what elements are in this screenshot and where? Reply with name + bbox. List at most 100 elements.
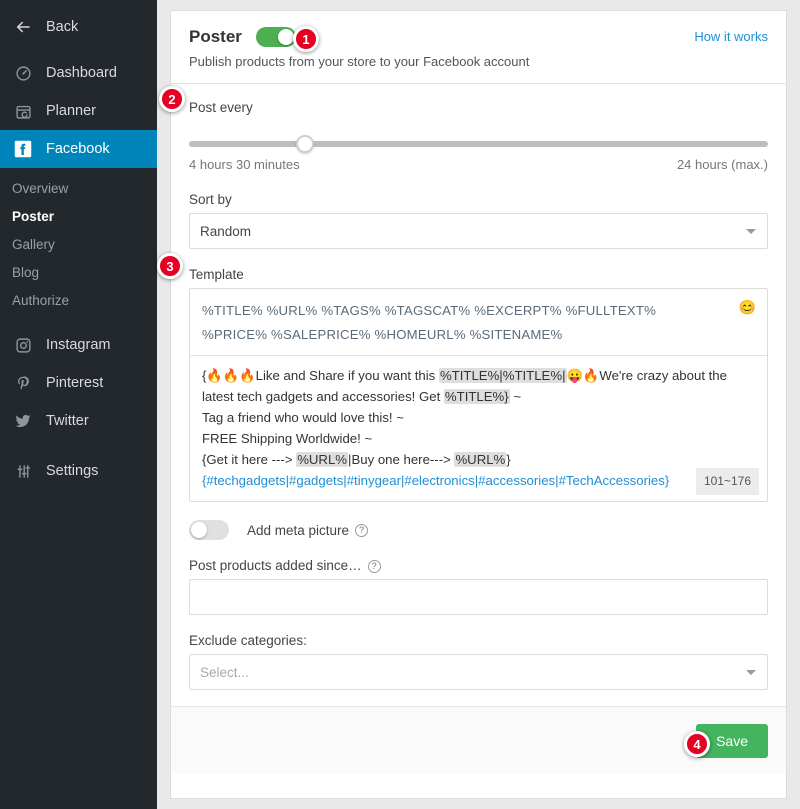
- tpl-token-title-1: %TITLE%|%TITLE%|: [438, 368, 567, 383]
- card-body: Post every 4 hours 30 minutes 24 hours (…: [171, 84, 786, 690]
- sidebar-item-twitter[interactable]: Twitter: [0, 402, 157, 440]
- callout-badge-2: 2: [159, 86, 185, 112]
- pinterest-icon: [12, 372, 34, 394]
- added-since-section: Post products added since…?: [189, 558, 768, 615]
- main-content: How it works Poster Publish products fro…: [157, 0, 800, 809]
- template-line-1: {🔥🔥🔥Like and Share if you want this %TIT…: [202, 365, 755, 386]
- sidebar-item-authorize[interactable]: Authorize: [0, 286, 157, 314]
- tpl-l5-c: }: [506, 452, 511, 467]
- chevron-down-icon: [746, 229, 756, 234]
- slider-max-label: 24 hours (max.): [676, 157, 768, 172]
- facebook-icon: [12, 138, 34, 160]
- sidebar-subitem-label: Gallery: [12, 236, 55, 252]
- sidebar-item-label: Dashboard: [46, 65, 117, 81]
- sidebar-item-poster[interactable]: Poster: [0, 202, 157, 230]
- gauge-icon: [12, 62, 34, 84]
- sidebar-item-label: Planner: [46, 103, 96, 119]
- tpl-l6-close: }: [664, 473, 670, 488]
- meta-picture-row: Add meta picture?: [189, 520, 768, 540]
- header-row: Poster: [189, 27, 768, 47]
- template-editor[interactable]: {🔥🔥🔥Like and Share if you want this %TIT…: [190, 356, 767, 501]
- sidebar-item-label: Back: [46, 19, 79, 35]
- tpl-hashtags: #techgadgets|#gadgets|#tinygear|#electro…: [206, 473, 665, 488]
- template-tag-line-2[interactable]: %PRICE% %SALEPRICE% %HOMEURL% %SITENAME%: [202, 323, 755, 347]
- how-it-works-link[interactable]: How it works: [694, 29, 768, 44]
- template-line-5: {Get it here ---> %URL%|Buy one here--->…: [202, 449, 755, 470]
- sidebar-item-overview[interactable]: Overview: [0, 174, 157, 202]
- meta-picture-label-text: Add meta picture: [247, 522, 350, 538]
- sidebar-subitem-label: Poster: [12, 208, 55, 224]
- template-section: Template %TITLE% %URL% %TAGS% %TAGSCAT% …: [189, 267, 768, 502]
- added-since-input[interactable]: [189, 579, 768, 615]
- added-since-label: Post products added since…?: [189, 558, 768, 573]
- tpl-l2-b: ~: [509, 389, 522, 404]
- sidebar-item-label: Settings: [46, 463, 99, 479]
- sidebar: Back Dashboard Planner Facebook Overview…: [0, 0, 157, 809]
- meta-picture-label: Add meta picture?: [247, 522, 369, 538]
- template-tag-list: %TITLE% %URL% %TAGS% %TAGSCAT% %EXCERPT%…: [190, 289, 767, 356]
- sort-by-label: Sort by: [189, 192, 232, 207]
- sliders-icon: [12, 460, 34, 482]
- tpl-l1-b: 😛🔥We're crazy about the: [566, 368, 727, 383]
- sidebar-subnav: Overview Poster Gallery Blog Authorize: [0, 174, 157, 314]
- tpl-token-url-1: %URL%: [296, 452, 349, 467]
- sidebar-subitem-label: Blog: [12, 264, 40, 280]
- page-subtitle: Publish products from your store to your…: [189, 54, 530, 69]
- sidebar-item-blog[interactable]: Blog: [0, 258, 157, 286]
- sidebar-item-facebook[interactable]: Facebook: [0, 130, 157, 168]
- toggle-knob: [191, 522, 207, 538]
- tpl-l5-a: {Get it here --->: [202, 452, 297, 467]
- question-circle-icon[interactable]: ?: [367, 559, 381, 573]
- template-box: %TITLE% %URL% %TAGS% %TAGSCAT% %EXCERPT%…: [189, 288, 768, 502]
- sidebar-item-pinterest[interactable]: Pinterest: [0, 364, 157, 402]
- gap-3: [189, 540, 768, 558]
- sidebar-subitem-label: Authorize: [12, 292, 70, 308]
- sidebar-item-instagram[interactable]: Instagram: [0, 326, 157, 364]
- exclude-categories-section: Exclude categories: Select...: [189, 633, 768, 690]
- smiley-icon[interactable]: 😊: [739, 300, 756, 314]
- meta-picture-toggle[interactable]: [189, 520, 229, 540]
- sort-by-select[interactable]: Random: [189, 213, 768, 249]
- slider-labels: 4 hours 30 minutes 24 hours (max.): [189, 157, 768, 172]
- poster-settings-card: How it works Poster Publish products fro…: [170, 10, 787, 799]
- card-header: How it works Poster Publish products fro…: [171, 11, 786, 84]
- sidebar-item-label: Pinterest: [46, 375, 104, 391]
- gap-2: [189, 249, 768, 267]
- slider-track[interactable]: [189, 135, 768, 153]
- post-every-section: Post every 4 hours 30 minutes 24 hours (…: [189, 100, 768, 174]
- tpl-l1-a: {🔥🔥🔥Like and Share if you want this: [202, 368, 439, 383]
- toggle-knob: [277, 29, 294, 45]
- question-circle-icon[interactable]: ?: [355, 524, 369, 538]
- character-count-badge: 101~176: [695, 468, 759, 495]
- sidebar-divider-2: [0, 440, 157, 452]
- template-tag-line-1[interactable]: %TITLE% %URL% %TAGS% %TAGSCAT% %EXCERPT%…: [202, 299, 755, 323]
- sidebar-item-gallery[interactable]: Gallery: [0, 230, 157, 258]
- sidebar-item-planner[interactable]: Planner: [0, 92, 157, 130]
- sidebar-item-settings[interactable]: Settings: [0, 452, 157, 490]
- poster-enable-toggle[interactable]: [255, 27, 296, 47]
- tpl-l5-b: |Buy one here--->: [348, 452, 455, 467]
- sidebar-item-dashboard[interactable]: Dashboard: [0, 54, 157, 92]
- chevron-down-icon: [746, 670, 756, 675]
- sidebar-subitem-label: Overview: [12, 180, 69, 196]
- exclude-categories-select[interactable]: Select...: [189, 654, 768, 690]
- callout-badge-4: 4: [684, 731, 710, 757]
- post-every-label: Post every: [189, 100, 253, 115]
- tpl-token-url-2: %URL%: [454, 452, 507, 467]
- template-line-3: Tag a friend who would love this! ~: [202, 410, 404, 425]
- sidebar-item-label: Facebook: [46, 141, 110, 157]
- sort-by-section: Sort by Random: [189, 192, 768, 249]
- exclude-categories-placeholder: Select...: [200, 664, 249, 680]
- exclude-categories-label: Exclude categories:: [189, 633, 307, 648]
- calendar-refresh-icon: [12, 100, 34, 122]
- sidebar-item-back[interactable]: Back: [0, 8, 157, 46]
- slider-thumb[interactable]: [296, 135, 315, 153]
- template-line-6: {#techgadgets|#gadgets|#tinygear|#electr…: [202, 470, 755, 491]
- sort-by-value: Random: [200, 223, 252, 239]
- sidebar-divider: [0, 314, 157, 326]
- template-label: Template: [189, 267, 244, 282]
- added-since-label-text: Post products added since…: [189, 558, 362, 573]
- post-every-slider[interactable]: 4 hours 30 minutes 24 hours (max.): [189, 121, 768, 174]
- instagram-icon: [12, 334, 34, 356]
- app-root: Back Dashboard Planner Facebook Overview…: [0, 0, 800, 809]
